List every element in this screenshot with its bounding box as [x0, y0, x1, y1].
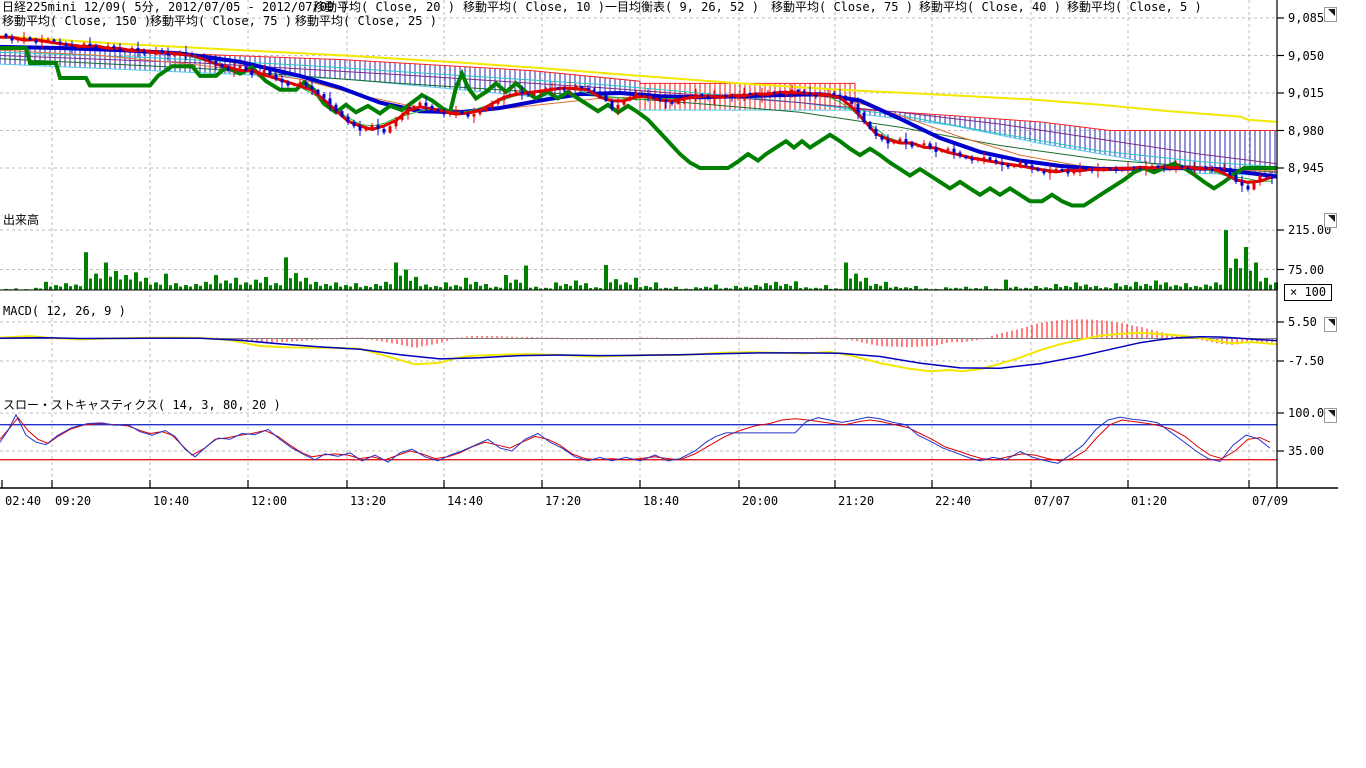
y-axis-label: 9,015 — [1288, 86, 1324, 100]
y-axis-label: 9,050 — [1288, 49, 1324, 63]
collapse-pane-icon[interactable] — [1324, 317, 1337, 332]
legend-item: 移動平均( Close, 75 ) — [771, 1, 913, 14]
volume-pane-label: 出来高 — [3, 211, 39, 228]
x-axis-label: 01:20 — [1131, 494, 1167, 508]
x-axis-label: 14:40 — [447, 494, 483, 508]
x-axis-label: 21:20 — [838, 494, 874, 508]
stoch-pane-label: スロー・ストキャスティクス( 14, 3, 80, 20 ) — [3, 396, 281, 413]
legend-item: 移動平均( Close, 5 ) — [1067, 1, 1202, 14]
collapse-pane-icon[interactable] — [1324, 7, 1337, 22]
y-axis-label: 8,945 — [1288, 161, 1324, 175]
y-axis-label: 35.00 — [1288, 444, 1324, 458]
legend-item: 移動平均( Close, 40 ) — [919, 1, 1061, 14]
legend-item: 移動平均( Close, 75 ) — [150, 15, 292, 28]
y-axis-label: 75.00 — [1288, 263, 1324, 277]
volume-multiplier-badge: × 100 — [1284, 284, 1332, 301]
chart-canvas — [0, 0, 1366, 520]
x-axis-label: 13:20 — [350, 494, 386, 508]
y-axis-label: -7.50 — [1288, 354, 1324, 368]
legend-item: 移動平均( Close, 25 ) — [295, 15, 437, 28]
x-axis-label: 10:40 — [153, 494, 189, 508]
x-axis-label: 22:40 — [935, 494, 971, 508]
x-axis-label: 17:20 — [545, 494, 581, 508]
legend-item: 一目均衡表( 9, 26, 52 ) — [605, 1, 759, 14]
macd-pane-label: MACD( 12, 26, 9 ) — [3, 304, 126, 318]
x-axis-label: 07/09 — [1252, 494, 1288, 508]
chart-window: 日経225mini 12/09( 5分, 2012/07/05 - 2012/0… — [0, 0, 1366, 768]
y-axis-label: 8,980 — [1288, 124, 1324, 138]
x-axis-label: 02:40 — [5, 494, 41, 508]
legend-item: 移動平均( Close, 20 ) — [313, 1, 455, 14]
legend-item: 移動平均( Close, 10 ) — [463, 1, 605, 14]
x-axis-label: 09:20 — [55, 494, 91, 508]
legend-item: 移動平均( Close, 150 ) — [2, 15, 151, 28]
y-axis-label: 9,085 — [1288, 11, 1324, 25]
legend-item: 日経225mini 12/09( 5分, 2012/07/05 - 2012/0… — [2, 1, 349, 14]
y-axis-label: 5.50 — [1288, 315, 1317, 329]
x-axis-label: 07/07 — [1034, 494, 1070, 508]
collapse-pane-icon[interactable] — [1324, 213, 1337, 228]
collapse-pane-icon[interactable] — [1324, 408, 1337, 423]
x-axis-label: 18:40 — [643, 494, 679, 508]
x-axis-label: 20:00 — [742, 494, 778, 508]
x-axis-label: 12:00 — [251, 494, 287, 508]
